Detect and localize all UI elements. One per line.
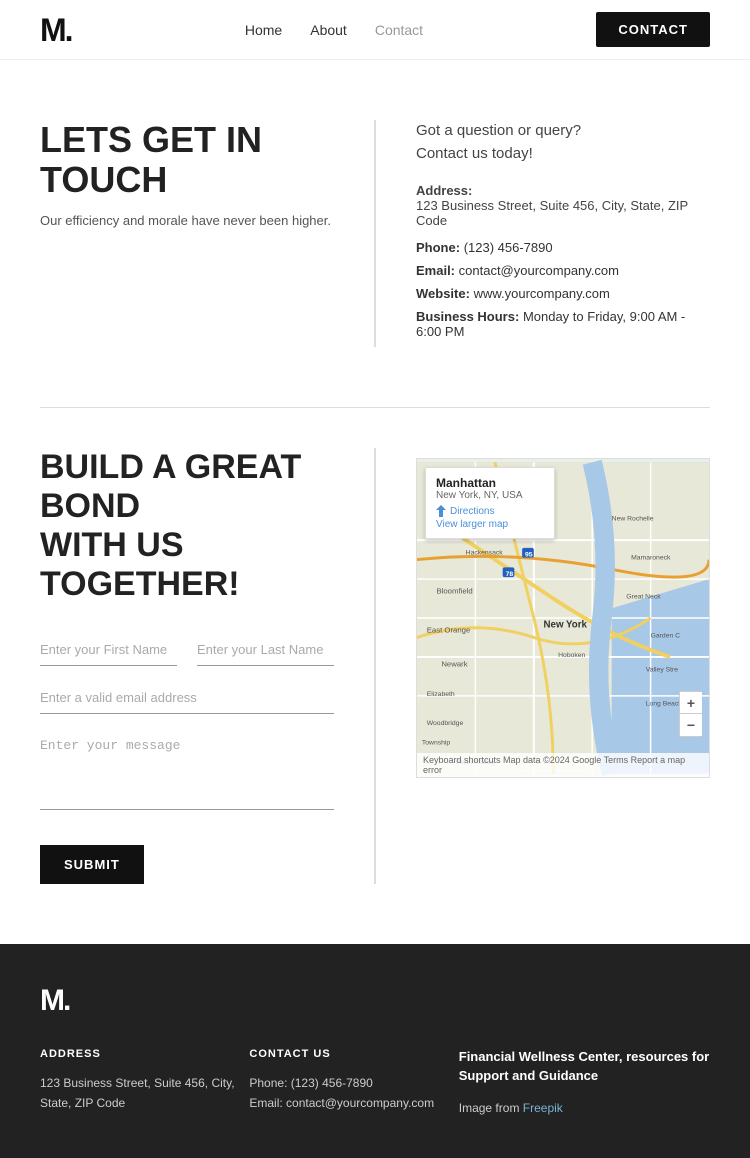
svg-text:Valley Stre: Valley Stre bbox=[646, 667, 679, 674]
place-sub: New York, NY, USA bbox=[436, 490, 544, 501]
svg-text:Great Neck: Great Neck bbox=[626, 594, 661, 601]
form-heading-line1: BUILD A GREAT BOND bbox=[40, 448, 301, 525]
footer-contact-heading: CONTACT US bbox=[249, 1048, 458, 1060]
place-name: Manhattan bbox=[436, 476, 544, 490]
hours-label: Business Hours: bbox=[416, 309, 519, 324]
phone-line: Phone: (123) 456-7890 bbox=[416, 240, 710, 255]
footer-address-line2: State, ZIP Code bbox=[40, 1096, 125, 1110]
svg-text:Woodbridge: Woodbridge bbox=[427, 720, 464, 727]
address-line: Address: 123 Business Street, Suite 456,… bbox=[416, 183, 710, 228]
form-heading-line2: WITH US TOGETHER! bbox=[40, 526, 240, 603]
svg-text:Hoboken: Hoboken bbox=[558, 652, 585, 659]
footer-contact-col: CONTACT US Phone: (123) 456-7890 Email: … bbox=[249, 1048, 458, 1118]
zoom-out-button[interactable]: − bbox=[680, 714, 702, 736]
last-name-input[interactable] bbox=[197, 634, 334, 666]
email-field-container bbox=[40, 682, 334, 714]
footer-address-text: 123 Business Street, Suite 456, City, St… bbox=[40, 1074, 249, 1112]
name-row bbox=[40, 634, 334, 666]
footer-columns: ADDRESS 123 Business Street, Suite 456, … bbox=[40, 1048, 710, 1118]
tagline-line2: Contact us today! bbox=[416, 145, 533, 162]
nav-home[interactable]: Home bbox=[245, 22, 282, 38]
svg-text:Garden C: Garden C bbox=[651, 632, 681, 639]
message-textarea[interactable] bbox=[40, 730, 334, 810]
footer-resource-col: Financial Wellness Center, resources for… bbox=[459, 1048, 710, 1118]
zoom-in-button[interactable]: + bbox=[680, 692, 702, 714]
submit-button[interactable]: SUBMIT bbox=[40, 845, 144, 884]
svg-text:New York: New York bbox=[544, 620, 588, 631]
phone-label: Phone: bbox=[416, 240, 460, 255]
logo: M. bbox=[40, 14, 72, 46]
contact-left: LETS GET IN TOUCH Our efficiency and mor… bbox=[40, 120, 376, 347]
svg-text:Bloomfield: Bloomfield bbox=[436, 587, 472, 596]
tagline: Got a question or query? Contact us toda… bbox=[416, 120, 710, 165]
map-right: Hackensack Bloomfield East Orange Newark… bbox=[376, 448, 710, 884]
footer-address-heading: ADDRESS bbox=[40, 1048, 249, 1060]
footer-freepik-link[interactable]: Freepik bbox=[523, 1101, 563, 1115]
footer-resource-text: Image from Freepik bbox=[459, 1099, 710, 1118]
directions-icon bbox=[436, 505, 446, 517]
svg-text:East Orange: East Orange bbox=[427, 626, 471, 635]
section-subtext: Our efficiency and morale have never bee… bbox=[40, 213, 334, 228]
svg-text:Township: Township bbox=[422, 740, 451, 747]
map-popup: Manhattan New York, NY, USA Directions V… bbox=[425, 467, 555, 539]
address-value: 123 Business Street, Suite 456, City, St… bbox=[416, 198, 688, 228]
svg-text:Elizabeth: Elizabeth bbox=[427, 691, 455, 698]
map-bottom-bar: Keyboard shortcuts Map data ©2024 Google… bbox=[417, 753, 709, 777]
contact-button[interactable]: CONTACT bbox=[596, 12, 710, 47]
nav-about[interactable]: About bbox=[310, 22, 347, 38]
view-larger-link[interactable]: View larger map bbox=[436, 519, 544, 530]
footer: M. ADDRESS 123 Business Street, Suite 45… bbox=[0, 944, 750, 1158]
first-name-field bbox=[40, 634, 177, 666]
first-name-input[interactable] bbox=[40, 634, 177, 666]
website-line: Website: www.yourcompany.com bbox=[416, 286, 710, 301]
directions-link[interactable]: Directions bbox=[436, 505, 544, 517]
website-value: www.yourcompany.com bbox=[474, 286, 610, 301]
map-container: Hackensack Bloomfield East Orange Newark… bbox=[416, 458, 710, 778]
form-left: BUILD A GREAT BOND WITH US TOGETHER! SUB… bbox=[40, 448, 376, 884]
svg-text:Mamaroneck: Mamaroneck bbox=[631, 555, 671, 562]
footer-address-col: ADDRESS 123 Business Street, Suite 456, … bbox=[40, 1048, 249, 1118]
website-label: Website: bbox=[416, 286, 470, 301]
message-field-container bbox=[40, 730, 334, 815]
map-credits: Keyboard shortcuts Map data ©2024 Google… bbox=[423, 755, 703, 775]
email-label: Email: bbox=[416, 263, 455, 278]
navbar: M. Home About Contact CONTACT bbox=[0, 0, 750, 60]
footer-contact-text: Phone: (123) 456-7890 Email: contact@you… bbox=[249, 1074, 458, 1112]
svg-text:Long Beach: Long Beach bbox=[646, 701, 683, 708]
last-name-field bbox=[197, 634, 334, 666]
contact-info-section: LETS GET IN TOUCH Our efficiency and mor… bbox=[0, 60, 750, 407]
footer-logo: M. bbox=[40, 984, 710, 1018]
hours-line: Business Hours: Monday to Friday, 9:00 A… bbox=[416, 309, 710, 339]
nav-links: Home About Contact bbox=[245, 22, 423, 38]
contact-right: Got a question or query? Contact us toda… bbox=[376, 120, 710, 347]
svg-text:Newark: Newark bbox=[441, 660, 467, 669]
form-heading: BUILD A GREAT BOND WITH US TOGETHER! bbox=[40, 448, 334, 604]
email-value: contact@yourcompany.com bbox=[459, 263, 619, 278]
tagline-line1: Got a question or query? bbox=[416, 122, 581, 139]
email-input[interactable] bbox=[40, 682, 334, 714]
footer-email: Email: contact@yourcompany.com bbox=[249, 1096, 434, 1110]
svg-text:78: 78 bbox=[506, 571, 514, 578]
address-label: Address: bbox=[416, 183, 472, 198]
footer-phone: Phone: (123) 456-7890 bbox=[249, 1076, 372, 1090]
nav-contact[interactable]: Contact bbox=[375, 22, 423, 38]
email-line: Email: contact@yourcompany.com bbox=[416, 263, 710, 278]
svg-text:95: 95 bbox=[525, 552, 533, 559]
footer-image-from: Image from bbox=[459, 1101, 523, 1115]
form-map-section: BUILD A GREAT BOND WITH US TOGETHER! SUB… bbox=[0, 408, 750, 944]
svg-text:Hackensack: Hackensack bbox=[466, 550, 504, 557]
footer-address-line1: 123 Business Street, Suite 456, City, bbox=[40, 1076, 235, 1090]
svg-text:New Rochelle: New Rochelle bbox=[612, 516, 654, 523]
footer-resource-heading: Financial Wellness Center, resources for… bbox=[459, 1048, 710, 1084]
map-zoom-controls: + − bbox=[679, 691, 701, 737]
section-heading: LETS GET IN TOUCH bbox=[40, 120, 334, 199]
phone-value: (123) 456-7890 bbox=[464, 240, 553, 255]
